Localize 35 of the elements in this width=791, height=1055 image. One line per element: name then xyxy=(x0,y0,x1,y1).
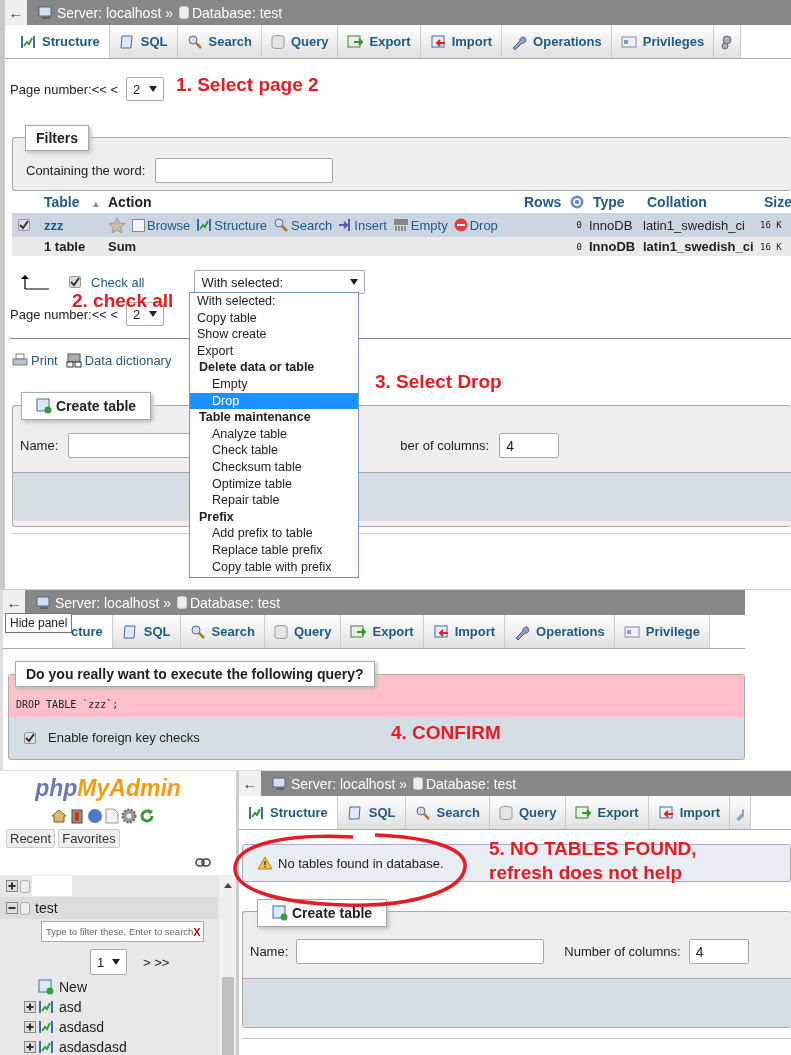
table-cell-text: latin1_swedish_ci xyxy=(642,217,746,233)
annotation-text: 1. Select page 2 xyxy=(176,74,319,96)
field-label: Containing the word: xyxy=(26,163,146,178)
create-table-legend: Create table xyxy=(21,392,152,420)
page-number-label: Page number:<< < xyxy=(10,81,119,97)
field-label: Name: xyxy=(20,438,59,453)
tooltip: Hide panel xyxy=(5,613,73,633)
table-cell-text: 0 xyxy=(575,241,583,252)
table-cell-text: latin1_swedish_ci xyxy=(642,239,755,254)
menu-group-label: Prefix xyxy=(198,508,235,526)
table-cell-text: Sum xyxy=(107,239,138,254)
column-header: Action xyxy=(107,194,153,210)
table-cell-text: 1 table xyxy=(43,239,87,254)
notice-text: No tables found in database. xyxy=(278,855,444,871)
field-label: Name: xyxy=(250,944,289,959)
field-label: Number of columns: xyxy=(564,944,681,959)
column-header: Collation xyxy=(646,194,708,210)
annotation-text: 5. NO TABLES FOUND, xyxy=(489,837,697,861)
table-cell-text: 16 K xyxy=(759,241,783,252)
menu-group-label: Table maintenance xyxy=(198,409,312,426)
annotation-text: 3. Select Drop xyxy=(375,371,502,393)
column-header: Rows xyxy=(524,194,563,210)
table-cell-text: 16 K xyxy=(759,220,783,230)
column-header: Type xyxy=(592,194,626,210)
sql-query: DROP TABLE `zzz`; xyxy=(16,699,119,710)
field-label: ber of columns: xyxy=(400,438,490,453)
table-cell-text: InnoDB xyxy=(588,239,637,254)
table-cell-text: InnoDB xyxy=(588,217,634,233)
filters-legend: Filters xyxy=(25,125,89,151)
confirm-question: Do you really want to execute the following query? xyxy=(15,661,375,687)
annotation-text: 4. CONFIRM xyxy=(391,722,501,744)
menu-group-label: Delete data or table xyxy=(198,359,316,376)
table-cell-text: 0 xyxy=(575,220,583,230)
column-header: Size xyxy=(763,194,791,210)
annotation-text: refresh does not help xyxy=(489,861,684,885)
